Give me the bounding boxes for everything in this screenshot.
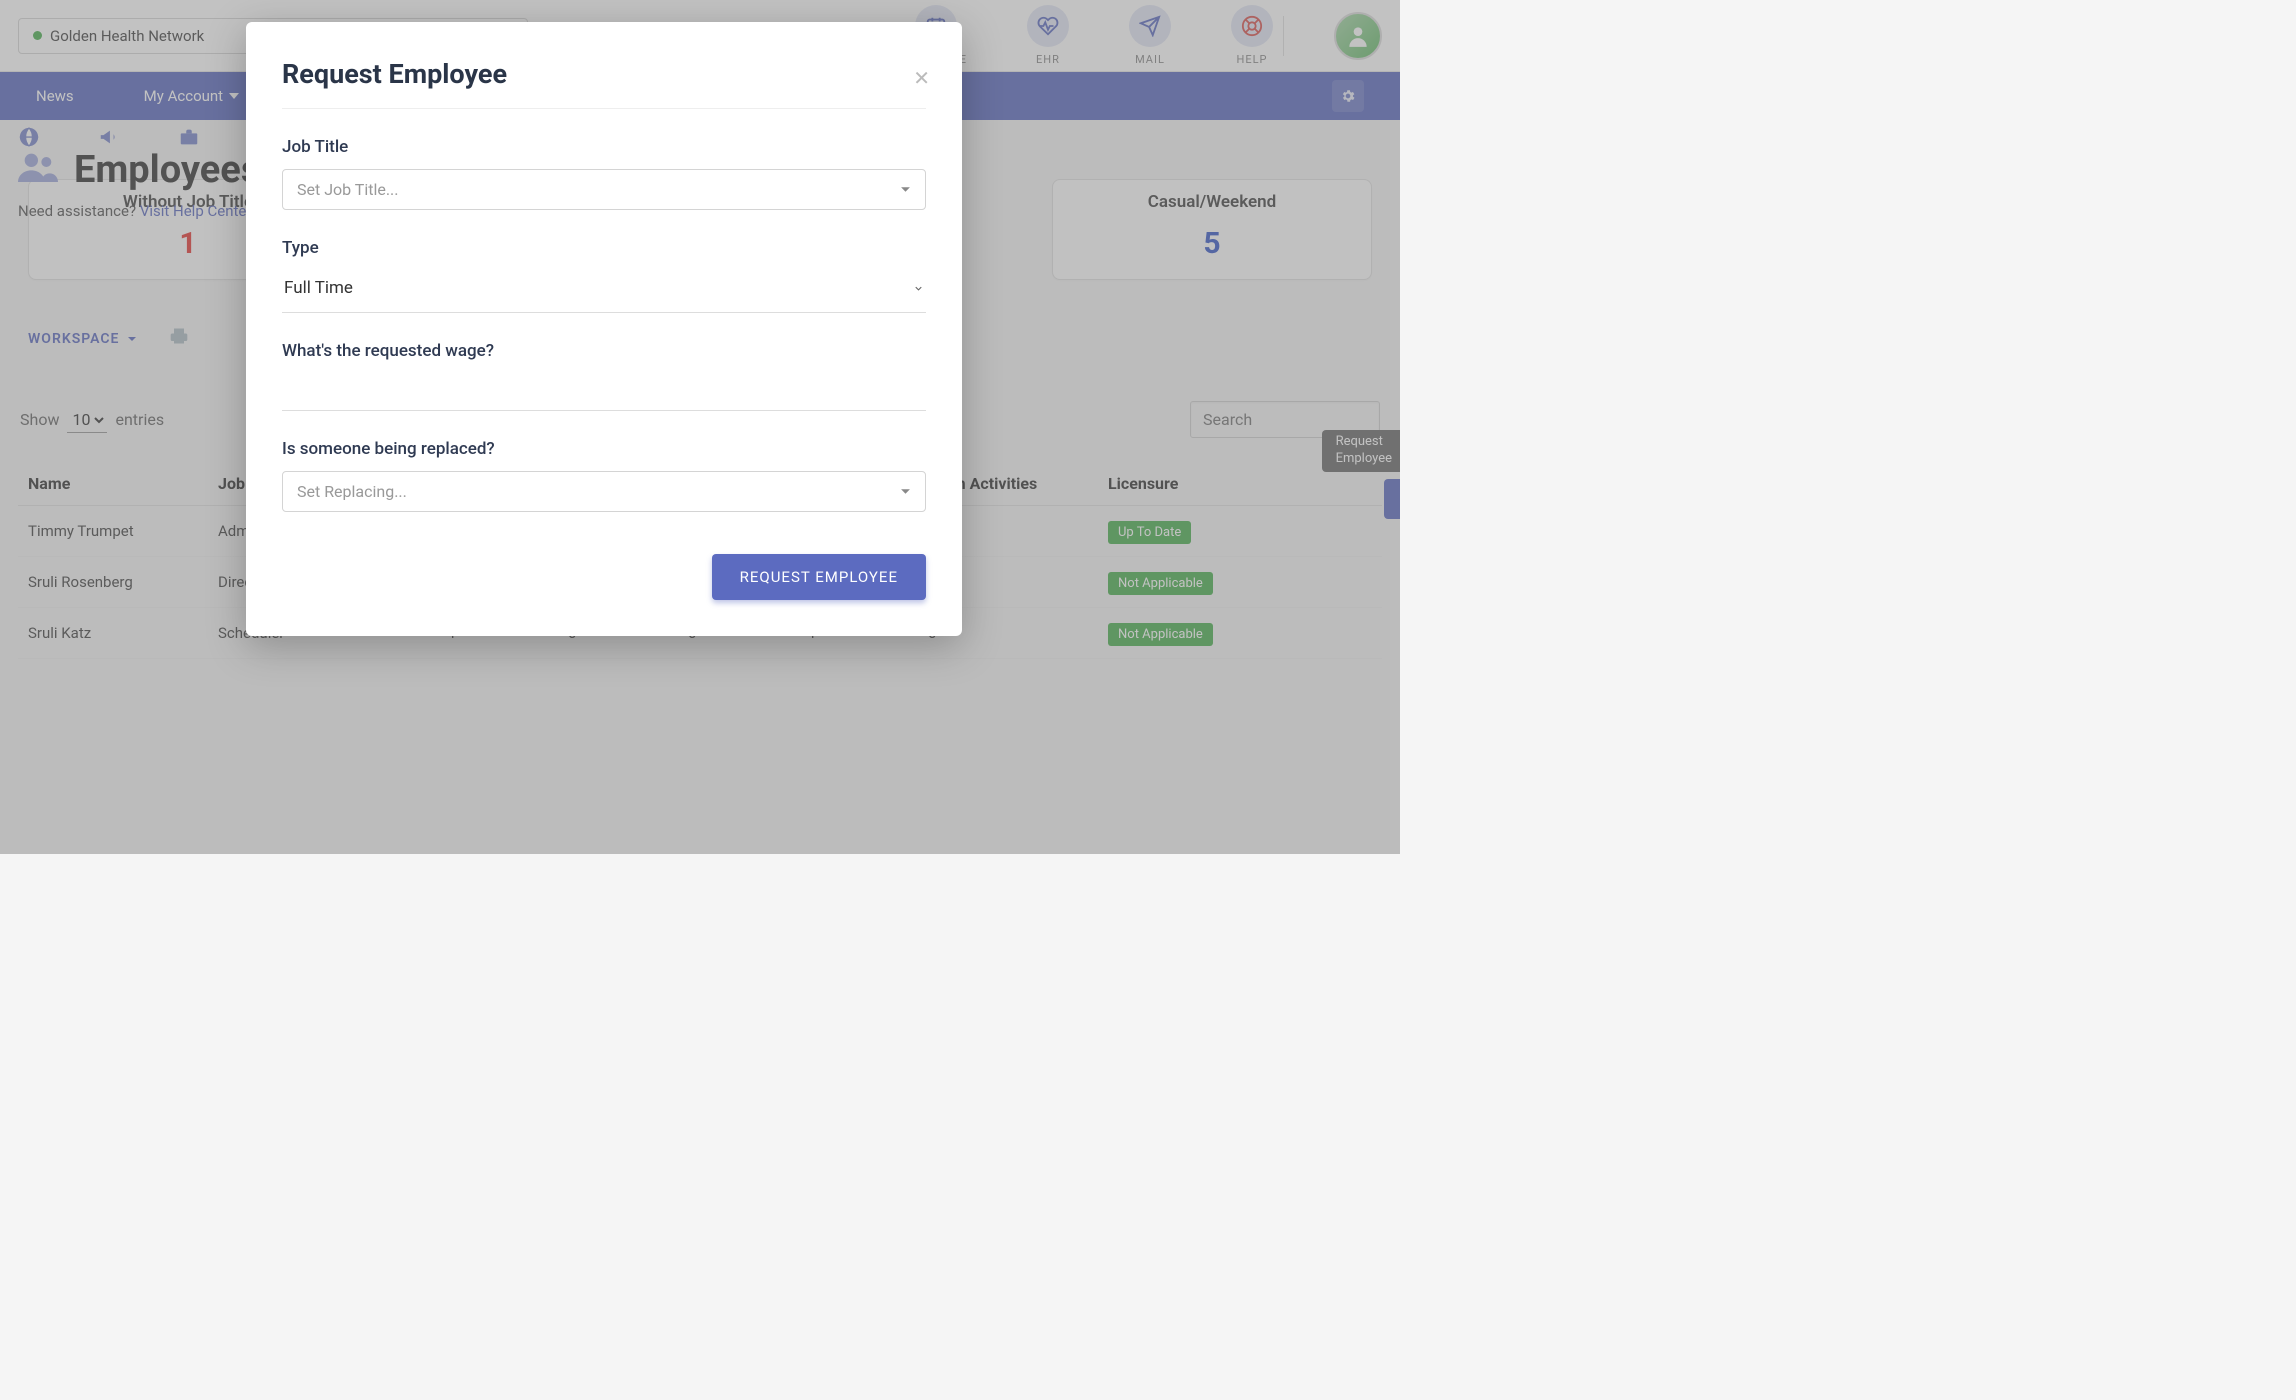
wage-input[interactable]: [282, 373, 926, 411]
job-title-label: Job Title: [282, 137, 926, 157]
modal-title: Request Employee: [282, 58, 926, 90]
caret-down-icon: [900, 486, 911, 497]
wage-label: What's the requested wage?: [282, 341, 926, 361]
caret-down-icon: [900, 184, 911, 195]
request-employee-submit-button[interactable]: REQUEST EMPLOYEE: [712, 554, 926, 600]
replacing-select[interactable]: Set Replacing...: [282, 471, 926, 512]
type-label: Type: [282, 238, 926, 258]
type-value: Full Time: [284, 278, 353, 298]
job-title-placeholder: Set Job Title...: [297, 180, 398, 199]
replace-label: Is someone being replaced?: [282, 439, 926, 459]
chevron-down-icon: [913, 283, 924, 294]
request-employee-modal: Request Employee ✕ Job Title Set Job Tit…: [246, 22, 962, 636]
close-icon[interactable]: ✕: [913, 66, 930, 90]
job-title-select[interactable]: Set Job Title...: [282, 169, 926, 210]
type-select[interactable]: Full Time: [282, 270, 926, 313]
replacing-placeholder: Set Replacing...: [297, 482, 407, 501]
